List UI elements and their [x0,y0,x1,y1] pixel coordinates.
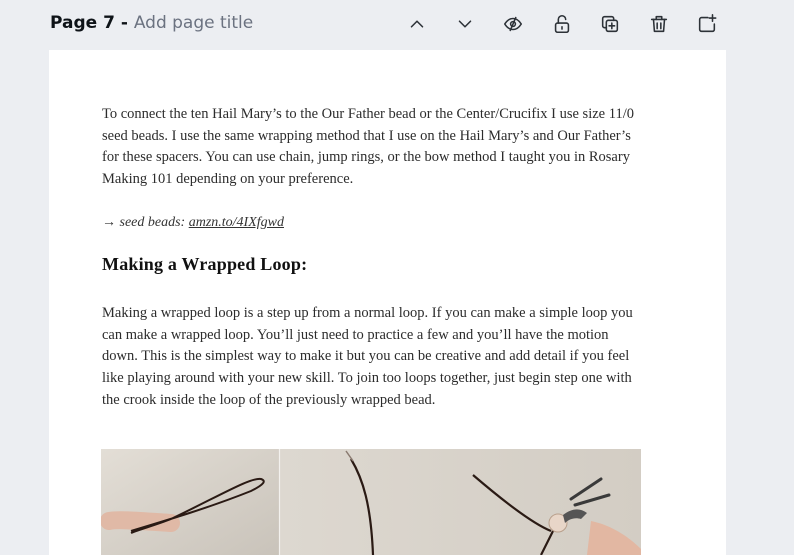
duplicate-icon [601,15,619,33]
chevron-down-icon [458,20,472,28]
lock-icon [554,14,570,34]
eye-off-icon [503,16,523,32]
page-label: Page 7 - Add page title [50,13,253,33]
paragraph-seed-beads[interactable]: To connect the ten Hail Mary’s to the Ou… [102,104,647,191]
page-number: Page 7 - [50,13,134,33]
move-page-up-button[interactable] [403,10,431,38]
chevron-up-icon [410,20,424,28]
page-title-input[interactable]: Add page title [134,13,253,33]
hide-page-button[interactable] [499,10,527,38]
lock-page-button[interactable] [548,10,576,38]
section-heading[interactable]: Making a Wrapped Loop: [102,254,307,276]
delete-page-button[interactable] [645,10,673,38]
paragraph-wrapped-loop[interactable]: Making a wrapped loop is a step up from … [102,303,647,412]
add-page-icon [698,14,717,33]
move-page-down-button[interactable] [451,10,479,38]
seed-beads-link-line[interactable]: → seed beads: amzn.to/4IXfgwd [102,212,284,234]
seed-beads-link[interactable]: amzn.to/4IXfgwd [189,215,284,230]
link-prefix: → seed beads: [102,215,189,230]
add-page-button[interactable] [693,10,721,38]
wrapped-loop-photo[interactable] [101,449,641,555]
duplicate-page-button[interactable] [596,10,624,38]
page-canvas[interactable]: To connect the ten Hail Mary’s to the Ou… [49,50,726,555]
wire-steps-image [101,449,641,555]
trash-icon [650,15,668,33]
page-header: Page 7 - Add page title [0,0,794,48]
